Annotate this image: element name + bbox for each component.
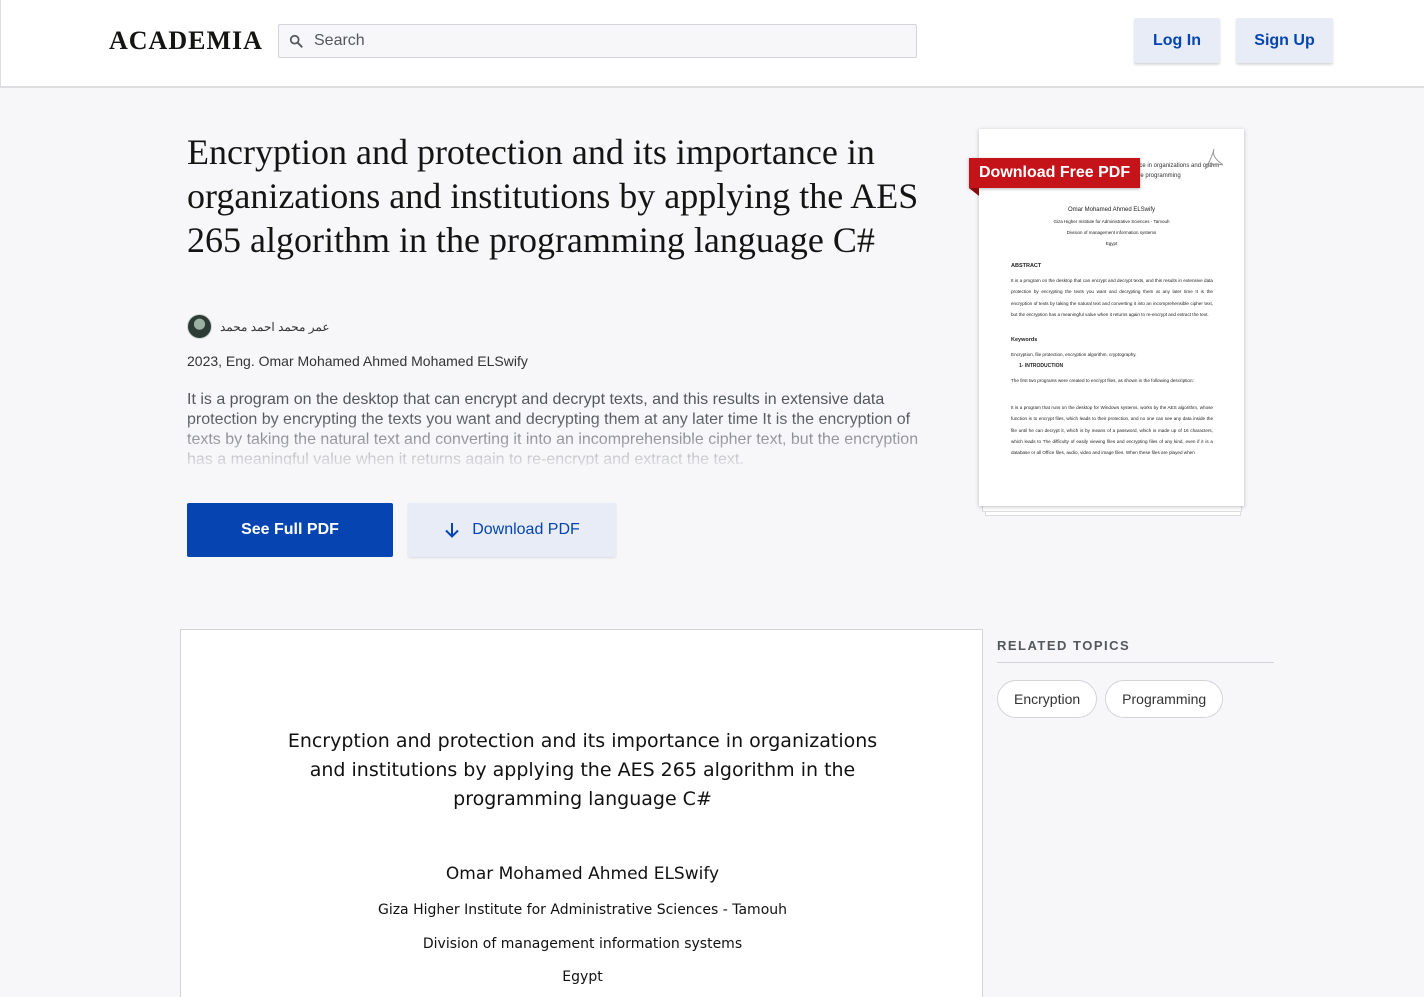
document-author: Omar Mohamed Ahmed ELSwify: [445, 864, 720, 884]
thumbnail-country: Egypt: [1105, 241, 1118, 246]
topic-chip-encryption[interactable]: Encryption: [997, 680, 1098, 718]
thumbnail-abstract-text: It is a program on the desktop that can …: [1011, 278, 1213, 317]
thumbnail-author: Omar Mohamed Ahmed ELSwify: [1067, 207, 1156, 213]
download-pdf-button[interactable]: Download PDF: [408, 503, 616, 557]
document-division: Division of management information syste…: [422, 936, 743, 952]
thumbnail-intro-text: The first two programs were created to e…: [1011, 378, 1194, 383]
related-topics-list: Encryption Programming: [997, 680, 1231, 718]
academia-logo[interactable]: ACADEMIA: [109, 26, 263, 56]
pdf-icon: [1204, 148, 1224, 170]
author-avatar[interactable]: [187, 314, 212, 339]
author-row[interactable]: عمر محمد احمد محمد: [187, 314, 330, 339]
thumbnail-institute: Giza Higher Institute for Administrative…: [1053, 219, 1170, 224]
document-preview: Encryption and protection and its import…: [180, 629, 983, 997]
search-icon: [289, 34, 303, 48]
download-free-pdf-ribbon[interactable]: Download Free PDF: [969, 158, 1141, 188]
download-pdf-label: Download PDF: [472, 521, 580, 538]
signup-button[interactable]: Sign Up: [1236, 18, 1333, 63]
document-country: Egypt: [562, 969, 603, 985]
author-name-link[interactable]: عمر محمد احمد محمد: [220, 320, 330, 334]
top-header: ACADEMIA Log In Sign Up: [0, 0, 1424, 88]
document-title: Encryption and protection and its import…: [287, 730, 878, 810]
paper-meta: 2023, Eng. Omar Mohamed Ahmed Mohamed EL…: [187, 353, 528, 369]
document-institute: Giza Higher Institute for Administrative…: [377, 902, 788, 918]
thumbnail-keywords-heading: Keywords: [1011, 337, 1038, 343]
thumbnail-division: Division of management information syste…: [1066, 230, 1157, 235]
thumbnail-body-text: It is a program that runs on the desktop…: [1011, 405, 1213, 456]
login-button[interactable]: Log In: [1134, 18, 1220, 63]
topic-chip-programming[interactable]: Programming: [1105, 680, 1224, 718]
thumbnail-keywords-text: Encryption, file protection, encryption …: [1011, 352, 1137, 357]
download-arrow-icon: [445, 523, 459, 538]
search-input[interactable]: [314, 32, 874, 50]
see-full-pdf-button[interactable]: See Full PDF: [187, 503, 393, 557]
paper-title: Encryption and protection and its import…: [187, 132, 919, 260]
related-topics-heading: RELATED TOPICS: [997, 638, 1274, 663]
paper-abstract: It is a program on the desktop that can …: [187, 391, 919, 465]
thumbnail-abstract-heading: ABSTRACT: [1011, 263, 1042, 269]
ribbon-fold: [969, 188, 979, 196]
search-bar[interactable]: [278, 24, 917, 58]
thumbnail-intro-heading: 1- INTRODUCTION: [1019, 363, 1064, 369]
